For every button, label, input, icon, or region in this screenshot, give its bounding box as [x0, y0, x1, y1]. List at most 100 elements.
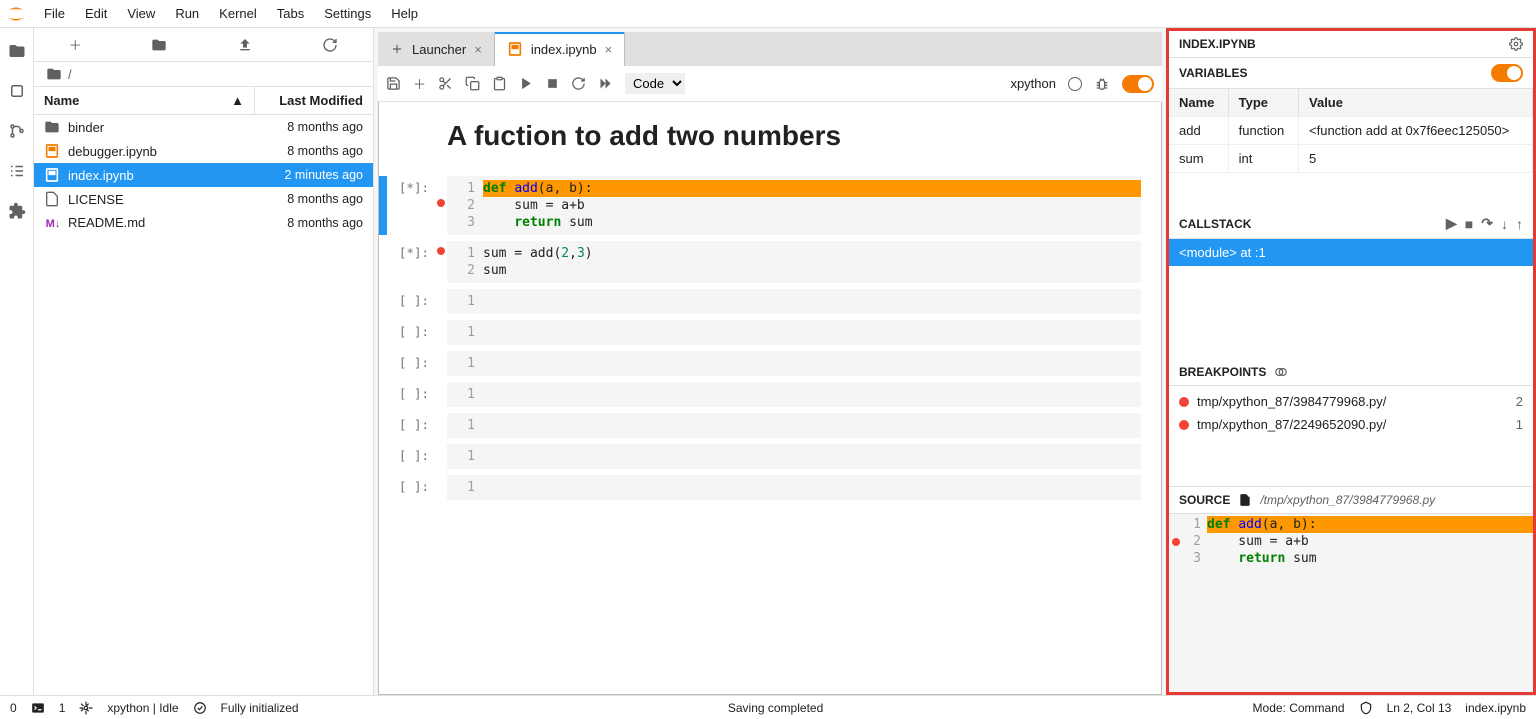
file-row[interactable]: debugger.ipynb8 months ago [34, 139, 373, 163]
cell-source[interactable] [483, 382, 1141, 407]
paste-button[interactable] [492, 76, 507, 91]
run-button[interactable] [519, 76, 534, 91]
menu-tabs[interactable]: Tabs [267, 2, 314, 25]
cell-type-select[interactable]: Code [625, 73, 685, 94]
tab-index-ipynb[interactable]: index.ipynb× [495, 32, 625, 66]
variables-view-toggle[interactable] [1491, 64, 1523, 82]
file-list: binder8 months agodebugger.ipynb8 months… [34, 115, 373, 695]
code-cell[interactable]: [*]:12sum = add(2,3)sum [379, 241, 1141, 283]
code-cell[interactable]: [ ]:1 [379, 320, 1141, 345]
status-position[interactable]: Ln 2, Col 13 [1387, 701, 1452, 715]
debugger-toggle[interactable] [1122, 75, 1154, 93]
markdown-icon: M↓ [44, 215, 62, 230]
breakpoint-gutter[interactable] [435, 413, 447, 438]
upload-button[interactable] [237, 37, 253, 53]
stop-button[interactable] [546, 77, 559, 90]
markdown-heading: A fuction to add two numbers [447, 120, 1141, 152]
folder-icon[interactable] [8, 42, 26, 60]
breakpoint-gutter[interactable] [435, 241, 447, 283]
kernel-name[interactable]: xpython [1010, 76, 1056, 91]
file-row[interactable]: M↓README.md8 months ago [34, 211, 373, 234]
column-name[interactable]: Name ▲ [34, 87, 255, 114]
continue-button[interactable]: ▶ [1446, 215, 1457, 232]
menu-run[interactable]: Run [165, 2, 209, 25]
file-row[interactable]: LICENSE8 months ago [34, 187, 373, 211]
variable-row[interactable]: addfunction<function add at 0x7f6eec1250… [1169, 117, 1533, 145]
breakpoint-gutter[interactable] [435, 320, 447, 345]
breakpoint-row[interactable]: tmp/xpython_87/3984779968.py/2 [1169, 390, 1533, 413]
status-kernels-count[interactable]: 1 [59, 701, 66, 715]
menu-help[interactable]: Help [381, 2, 428, 25]
insert-cell-button[interactable]: ＋ [413, 74, 426, 93]
step-out-button[interactable]: ↑ [1516, 216, 1523, 232]
menu-kernel[interactable]: Kernel [209, 2, 267, 25]
status-kernel[interactable]: xpython | Idle [107, 701, 178, 715]
column-modified[interactable]: Last Modified [255, 87, 373, 114]
code-cell[interactable]: [ ]:1 [379, 413, 1141, 438]
breakpoint-gutter[interactable] [435, 176, 447, 235]
save-button[interactable] [386, 76, 401, 91]
file-row[interactable]: binder8 months ago [34, 115, 373, 139]
code-cell[interactable]: [ ]:1 [379, 475, 1141, 500]
status-mode[interactable]: Mode: Command [1253, 701, 1345, 715]
step-over-button[interactable]: ↷ [1481, 215, 1493, 232]
new-launcher-button[interactable]: ＋ [69, 35, 82, 54]
tab-launcher[interactable]: Launcher× [378, 32, 495, 66]
cell-source[interactable] [483, 475, 1141, 500]
activity-bar [0, 28, 34, 695]
cell-source[interactable] [483, 444, 1141, 469]
variable-row[interactable]: sumint5 [1169, 145, 1533, 173]
cell-source[interactable] [483, 351, 1141, 376]
menu-file[interactable]: File [34, 2, 75, 25]
cell-source[interactable]: def add(a, b): sum = a+b return sum [483, 176, 1141, 235]
callstack-frame[interactable]: <module> at :1 [1169, 239, 1533, 266]
breakpoint-gutter[interactable] [435, 382, 447, 407]
refresh-button[interactable] [322, 37, 338, 53]
cell-source[interactable] [483, 289, 1141, 314]
code-cell[interactable]: [ ]:1 [379, 382, 1141, 407]
new-folder-button[interactable] [151, 37, 167, 53]
notebook-body[interactable]: A fuction to add two numbers [*]:123def … [378, 102, 1162, 695]
breakpoint-gutter[interactable] [435, 289, 447, 314]
copy-button[interactable] [465, 76, 480, 91]
cell-source[interactable]: sum = add(2,3)sum [483, 241, 1141, 283]
menu-view[interactable]: View [117, 2, 165, 25]
open-source-icon[interactable] [1238, 493, 1252, 507]
breakpoint-gutter[interactable] [435, 475, 447, 500]
file-row[interactable]: index.ipynb2 minutes ago [34, 163, 373, 187]
toc-icon[interactable] [8, 162, 26, 180]
close-icon[interactable]: × [474, 42, 482, 57]
step-in-button[interactable]: ↓ [1501, 216, 1508, 232]
menu-edit[interactable]: Edit [75, 2, 117, 25]
code-cell[interactable]: [ ]:1 [379, 289, 1141, 314]
restart-button[interactable] [571, 76, 586, 91]
debugger-bug-icon[interactable] [1094, 76, 1110, 92]
status-filename[interactable]: index.ipynb [1465, 701, 1526, 715]
menu-settings[interactable]: Settings [314, 2, 381, 25]
cell-source[interactable] [483, 320, 1141, 345]
breakpoint-gutter[interactable] [435, 444, 447, 469]
var-type: function [1228, 117, 1298, 145]
code-cell[interactable]: [*]:123def add(a, b): sum = a+b return s… [379, 176, 1141, 235]
running-icon[interactable] [8, 82, 26, 100]
terminal-icon[interactable] [31, 701, 45, 715]
breakpoint-row[interactable]: tmp/xpython_87/2249652090.py/1 [1169, 413, 1533, 436]
breadcrumb-root[interactable]: / [68, 67, 72, 82]
line-numbers: 1 [447, 475, 483, 500]
cell-source[interactable] [483, 413, 1141, 438]
status-terminals-count[interactable]: 0 [10, 701, 17, 715]
code-cell[interactable]: [ ]:1 [379, 444, 1141, 469]
notebook-trust-icon[interactable] [1359, 701, 1373, 715]
pause-button[interactable]: ■ [1465, 216, 1473, 232]
git-icon[interactable] [8, 122, 26, 140]
extension-icon[interactable] [8, 202, 26, 220]
breadcrumb[interactable]: / [34, 62, 373, 86]
breakpoint-gutter[interactable] [435, 351, 447, 376]
cut-button[interactable] [438, 76, 453, 91]
clear-breakpoints-button[interactable] [1274, 365, 1288, 379]
gear-icon[interactable] [1509, 37, 1523, 51]
code-cell[interactable]: [ ]:1 [379, 351, 1141, 376]
restart-run-all-button[interactable] [598, 76, 613, 91]
kernel-icon[interactable] [79, 701, 93, 715]
close-icon[interactable]: × [605, 42, 613, 57]
